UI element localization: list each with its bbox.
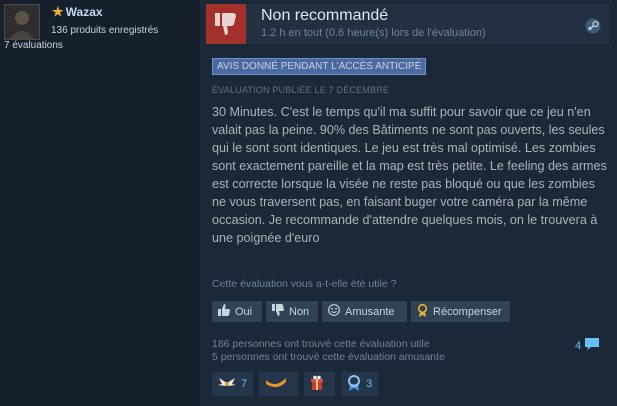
avatar[interactable]: [4, 4, 40, 40]
wings-award-icon: [218, 376, 236, 393]
early-access-badge: AVIS DONNÉ PENDANT L'ACCÈS ANTICIPÉ: [212, 58, 427, 75]
thumbs-down-small-icon: [272, 304, 284, 319]
helpful-count: 186 personnes ont trouvé cette évaluatio…: [212, 338, 430, 350]
vote-yes-label: Oui: [235, 305, 253, 318]
award-ribbon-icon: [417, 303, 428, 320]
author-name-label: Wazax: [65, 5, 103, 19]
author-name[interactable]: ★ Wazax: [52, 4, 103, 20]
thumbs-down-icon: [206, 4, 246, 44]
smiley-icon: [328, 304, 340, 319]
award-item[interactable]: [259, 372, 299, 396]
posted-date: ÉVALUATION PUBLIÉE LE 7 DÉCEMBRE: [212, 85, 390, 95]
award-button[interactable]: Récompenser: [411, 301, 510, 322]
vote-no-button[interactable]: Non: [266, 301, 318, 322]
award-count: 3: [366, 378, 373, 390]
comment-bubble-icon: [584, 337, 600, 354]
award-item[interactable]: [304, 372, 336, 396]
boomerang-award-icon: [265, 377, 287, 392]
award-label: Récompenser: [433, 305, 502, 318]
vote-no-label: Non: [289, 305, 310, 318]
vote-header[interactable]: Non recommandé 1.2 h en tout (0.6 heure(…: [206, 4, 609, 44]
comments-count: 4: [575, 339, 582, 352]
vote-title[interactable]: Non recommandé: [261, 7, 388, 25]
funny-count: 5 personnes ont trouvé cette évaluation …: [212, 351, 445, 363]
medal-award-icon: [347, 374, 361, 394]
gift-award-icon: [310, 375, 324, 394]
thumbs-up-icon: [218, 304, 230, 319]
awards-row: 7 3: [212, 372, 384, 396]
star-icon: ★: [52, 4, 64, 19]
vote-yes-button[interactable]: Oui: [212, 301, 262, 322]
vote-funny-label: Amusante: [345, 305, 395, 318]
hours-played: 1.2 h en tout (0.6 heure(s) lors de l'év…: [261, 27, 486, 39]
reviews-count[interactable]: 7 évaluations: [4, 40, 63, 51]
award-item[interactable]: 7: [212, 372, 254, 396]
review-main: Non recommandé 1.2 h en tout (0.6 heure(…: [200, 0, 617, 406]
steam-icon: [585, 18, 601, 34]
vote-funny-button[interactable]: Amusante: [322, 301, 407, 322]
award-count: 7: [241, 378, 248, 390]
helpful-question: Cette évaluation vous a-t-elle été utile…: [212, 278, 397, 290]
review-body: 30 Minutes. C'est le temps qu'il ma suff…: [212, 105, 607, 245]
author-panel: ★ Wazax 136 produits enregistrés 7 évalu…: [0, 0, 200, 406]
products-owned[interactable]: 136 produits enregistrés: [51, 25, 158, 36]
comments-link[interactable]: 4: [575, 337, 600, 354]
award-item[interactable]: 3: [341, 372, 379, 396]
